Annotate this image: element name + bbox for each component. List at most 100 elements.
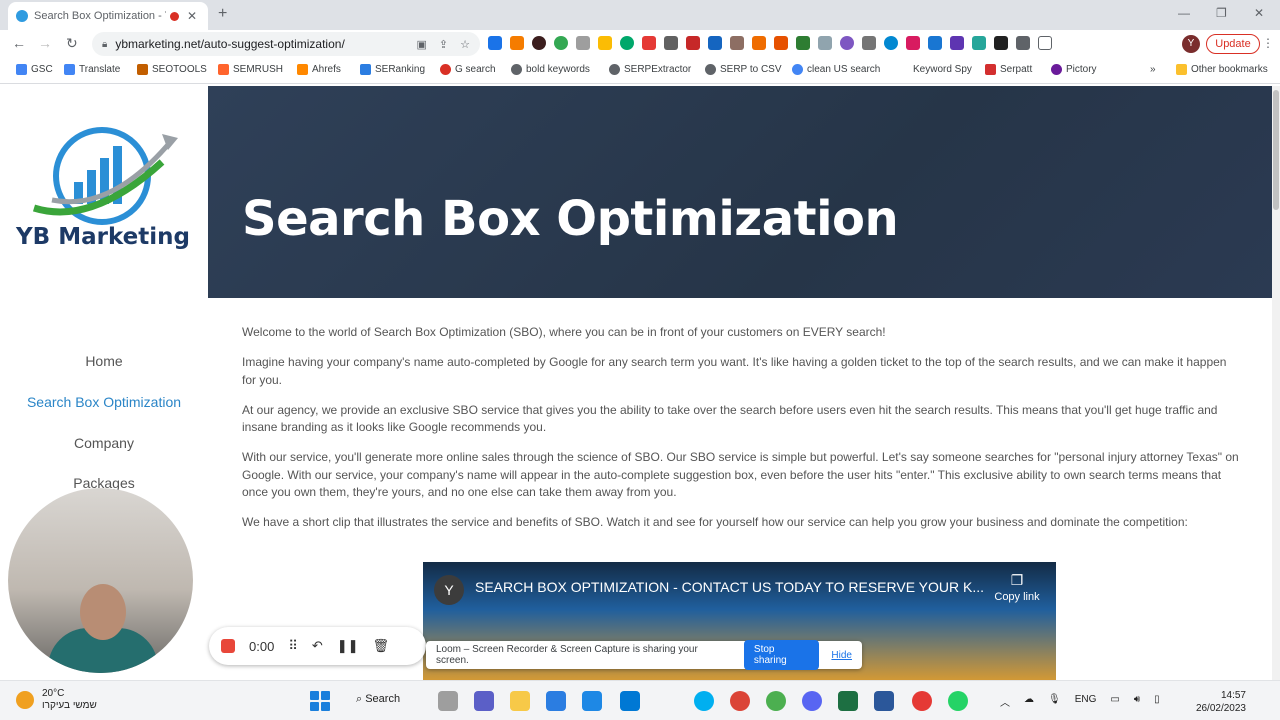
profile-avatar[interactable]: Y xyxy=(1182,35,1200,53)
extension-icon[interactable] xyxy=(598,36,612,50)
battery-icon[interactable]: ▯ xyxy=(1154,694,1160,709)
new-tab-button[interactable]: + xyxy=(218,5,227,23)
discord-icon[interactable] xyxy=(802,691,822,711)
chrome-profile-icon[interactable] xyxy=(912,691,932,711)
address-bar[interactable]: 🔒︎ ybmarketing.net/auto-suggest-optimiza… xyxy=(92,32,480,56)
bookmark-item[interactable]: SERP to CSV xyxy=(705,64,782,75)
extension-icon[interactable] xyxy=(642,36,656,50)
bookmarks-overflow-icon[interactable]: » xyxy=(1150,64,1156,75)
close-window-icon[interactable]: ✕ xyxy=(1254,6,1264,20)
bookmark-item[interactable]: SERPExtractor xyxy=(609,64,691,75)
extension-icon[interactable] xyxy=(906,36,920,50)
minimize-icon[interactable]: — xyxy=(1178,6,1190,20)
forward-icon[interactable]: → xyxy=(38,35,52,51)
cast-icon[interactable]: ▣ xyxy=(417,38,427,51)
browser-tab[interactable]: Search Box Optimization - Y ✕ xyxy=(8,2,208,30)
bookmark-item[interactable]: SEMRUSH xyxy=(218,64,283,75)
notepad-icon[interactable] xyxy=(582,691,602,711)
show-hidden-icons-icon[interactable]: ︿ xyxy=(1000,694,1010,709)
bookmark-item[interactable]: SERanking xyxy=(360,64,425,75)
skype-icon[interactable] xyxy=(694,691,714,711)
extension-icon[interactable] xyxy=(620,36,634,50)
extension-icon[interactable] xyxy=(488,36,502,50)
store-icon[interactable] xyxy=(620,691,640,711)
extension-icon[interactable] xyxy=(972,36,986,50)
video-title[interactable]: SEARCH BOX OPTIMIZATION - CONTACT US TOD… xyxy=(475,579,984,595)
extension-icon[interactable] xyxy=(884,36,898,50)
extensions-puzzle-icon[interactable] xyxy=(1016,36,1030,50)
bookmark-item[interactable]: Pictory xyxy=(1051,64,1097,75)
drag-handle-icon[interactable]: ⠿ xyxy=(288,638,298,654)
app-icon[interactable] xyxy=(766,691,786,711)
bookmark-item[interactable]: bold keywords xyxy=(511,64,590,75)
main-content: Welcome to the world of Search Box Optim… xyxy=(242,324,1242,544)
bookmark-item[interactable]: Other bookmarks xyxy=(1176,64,1268,75)
start-button[interactable] xyxy=(310,691,330,711)
extension-icon[interactable] xyxy=(950,36,964,50)
channel-avatar[interactable]: Y xyxy=(434,575,464,605)
nav-company[interactable]: Company xyxy=(0,435,208,451)
close-tab-icon[interactable]: ✕ xyxy=(187,9,197,23)
share-icon[interactable]: ⇪ xyxy=(439,38,448,51)
pause-icon[interactable]: ❚❚ xyxy=(337,638,359,654)
chrome-icon[interactable] xyxy=(730,691,750,711)
extension-icon[interactable] xyxy=(576,36,590,50)
file-explorer-icon[interactable] xyxy=(510,691,530,711)
taskbar-search[interactable]: ⌕ Search xyxy=(356,693,400,706)
task-view-icon[interactable] xyxy=(438,691,458,711)
bookmark-item[interactable]: Serpatt xyxy=(985,64,1032,75)
microphone-icon[interactable]: 🎙︎ xyxy=(1048,694,1061,709)
back-icon[interactable]: ← xyxy=(12,35,26,51)
extension-icon[interactable] xyxy=(994,36,1008,50)
bookmark-item[interactable]: clean US search xyxy=(792,64,880,75)
extension-icon[interactable] xyxy=(708,36,722,50)
pictory-icon xyxy=(1051,64,1062,75)
update-button[interactable]: Update xyxy=(1206,34,1260,54)
extension-icon[interactable] xyxy=(928,36,942,50)
whatsapp-icon[interactable] xyxy=(948,691,968,711)
bookmark-star-icon[interactable]: ☆ xyxy=(460,38,470,51)
nav-search-box-optimization[interactable]: Search Box Optimization xyxy=(0,394,208,410)
extension-icon[interactable] xyxy=(862,36,876,50)
extension-icon[interactable] xyxy=(796,36,810,50)
stop-recording-button[interactable] xyxy=(221,639,235,653)
teams-chat-icon[interactable] xyxy=(474,691,494,711)
extension-icon[interactable] xyxy=(730,36,744,50)
hide-link[interactable]: Hide xyxy=(831,650,852,661)
bookmark-item[interactable]: GSC xyxy=(16,64,53,75)
bookmark-item[interactable]: G search xyxy=(440,64,496,75)
edge-icon[interactable] xyxy=(546,691,566,711)
extension-icon[interactable] xyxy=(554,36,568,50)
maximize-icon[interactable]: ❐ xyxy=(1216,6,1227,20)
word-icon[interactable] xyxy=(874,691,894,711)
extension-icon[interactable] xyxy=(774,36,788,50)
extension-icon[interactable] xyxy=(818,36,832,50)
reload-icon[interactable]: ↻ xyxy=(66,35,78,52)
language-indicator[interactable]: ENG xyxy=(1075,694,1097,709)
bookmark-item[interactable]: Ahrefs xyxy=(297,64,341,75)
excel-icon[interactable] xyxy=(838,691,858,711)
extension-icon[interactable] xyxy=(532,36,546,50)
extension-icon[interactable] xyxy=(752,36,766,50)
webcam-bubble[interactable] xyxy=(8,488,193,673)
delete-icon[interactable]: 🗑︎ xyxy=(373,638,390,654)
side-panel-icon[interactable] xyxy=(1038,36,1052,50)
restart-icon[interactable]: ↶ xyxy=(312,638,323,654)
taskbar-clock[interactable]: 14:57 26/02/2023 xyxy=(1192,689,1246,715)
bookmark-item[interactable]: SEOTOOLS xyxy=(137,64,207,75)
stop-sharing-button[interactable]: Stop sharing xyxy=(743,640,820,670)
bookmark-item[interactable]: Translate xyxy=(64,64,120,75)
scrollbar-thumb[interactable] xyxy=(1273,90,1279,210)
onedrive-icon[interactable]: ☁ xyxy=(1024,694,1034,709)
copy-link-button[interactable]: ❐ Copy link xyxy=(989,572,1045,603)
extension-icon[interactable] xyxy=(686,36,700,50)
volume-icon[interactable]: 🔊︎ xyxy=(1134,694,1140,709)
extension-icon[interactable] xyxy=(510,36,524,50)
browser-menu-icon[interactable]: ⋮ xyxy=(1262,36,1274,50)
network-icon[interactable]: ▭ xyxy=(1110,694,1119,709)
nav-home[interactable]: Home xyxy=(0,353,208,369)
extension-icon[interactable] xyxy=(664,36,678,50)
extension-icon[interactable] xyxy=(840,36,854,50)
bookmark-item[interactable]: Keyword Spy xyxy=(913,64,972,75)
weather-widget[interactable]: 20°C שמשי בעיקרו xyxy=(16,688,97,712)
